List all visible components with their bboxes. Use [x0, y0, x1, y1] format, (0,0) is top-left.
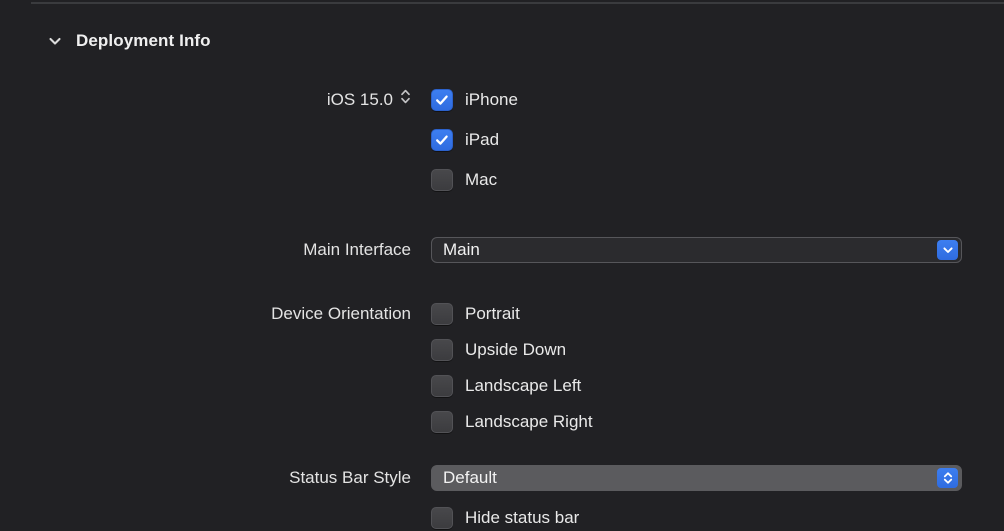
status-bar-style-label: Status Bar Style — [0, 465, 411, 491]
checkbox-item-ipad[interactable]: iPad — [431, 127, 499, 153]
status-bar-style-popup[interactable]: Default — [431, 465, 962, 491]
chevron-down-icon[interactable] — [937, 240, 958, 260]
checkbox-label-landscape-right: Landscape Right — [465, 409, 593, 435]
checkbox-label-portrait: Portrait — [465, 301, 520, 327]
checkbox-item-upside-down[interactable]: Upside Down — [431, 337, 566, 363]
checkbox-item-iphone[interactable]: iPhone — [431, 87, 518, 113]
checkbox-landscape-right[interactable] — [431, 411, 453, 433]
checkbox-label-landscape-left: Landscape Left — [465, 373, 581, 399]
checkbox-label-mac: Mac — [465, 167, 497, 193]
orientation-portrait-control: Portrait — [431, 301, 520, 327]
hide-status-bar-control: Hide status bar — [431, 505, 579, 531]
checkbox-label-iphone: iPhone — [465, 87, 518, 113]
hide-status-bar-row: Hide status bar — [0, 505, 579, 531]
checkbox-item-landscape-left[interactable]: Landscape Left — [431, 373, 581, 399]
main-interface-label: Main Interface — [0, 237, 411, 263]
status-bar-style-control: Default — [431, 465, 962, 491]
orientation-upside-down-control: Upside Down — [431, 337, 566, 363]
device-ipad-control: iPad — [431, 127, 499, 153]
panel-top-separator — [31, 2, 1004, 4]
checkbox-mac[interactable] — [431, 169, 453, 191]
checkbox-item-hide-status-bar[interactable]: Hide status bar — [431, 505, 579, 531]
checkbox-label-hide-status-bar: Hide status bar — [465, 505, 579, 531]
orientation-landscape-left-control: Landscape Left — [431, 373, 581, 399]
checkbox-hide-status-bar[interactable] — [431, 507, 453, 529]
device-mac-row: Mac — [0, 167, 497, 193]
main-interface-control: Main — [431, 237, 962, 263]
checkbox-item-portrait[interactable]: Portrait — [431, 301, 520, 327]
checkbox-iphone[interactable] — [431, 89, 453, 111]
device-orientation-label: Device Orientation — [0, 301, 411, 327]
main-interface-popup[interactable]: Main — [431, 237, 962, 263]
checkbox-item-mac[interactable]: Mac — [431, 167, 497, 193]
up-down-chevron-icon[interactable] — [400, 88, 411, 105]
checkbox-label-ipad: iPad — [465, 127, 499, 153]
up-down-chevron-icon[interactable] — [937, 468, 958, 488]
deployment-info-section-header[interactable]: Deployment Info — [0, 26, 211, 56]
orientation-landscape-right-row: Landscape Right — [0, 409, 593, 435]
deployment-target-value-wrap: iOS 15.0 — [0, 87, 411, 113]
status-bar-style-value: Default — [432, 466, 497, 490]
device-ipad-row: iPad — [0, 127, 499, 153]
device-iphone-checkbox-row: iPhone — [431, 87, 518, 113]
checkbox-landscape-left[interactable] — [431, 375, 453, 397]
page-title: Deployment Info — [76, 31, 211, 51]
device-mac-control: Mac — [431, 167, 497, 193]
orientation-landscape-right-control: Landscape Right — [431, 409, 593, 435]
main-interface-value: Main — [432, 238, 480, 262]
checkbox-portrait[interactable] — [431, 303, 453, 325]
checkbox-item-landscape-right[interactable]: Landscape Right — [431, 409, 593, 435]
deployment-target-value[interactable]: iOS 15.0 — [327, 90, 393, 109]
checkbox-label-upside-down: Upside Down — [465, 337, 566, 363]
chevron-down-icon[interactable] — [38, 33, 72, 49]
checkbox-ipad[interactable] — [431, 129, 453, 151]
device-orientation-row: Device Orientation Portrait — [0, 301, 520, 327]
orientation-landscape-left-row: Landscape Left — [0, 373, 581, 399]
checkbox-upside-down[interactable] — [431, 339, 453, 361]
main-interface-row: Main Interface Main — [0, 237, 962, 263]
status-bar-style-row: Status Bar Style Default — [0, 465, 962, 491]
orientation-upside-down-row: Upside Down — [0, 337, 566, 363]
deployment-target-row: iOS 15.0 iPhone — [0, 87, 518, 113]
